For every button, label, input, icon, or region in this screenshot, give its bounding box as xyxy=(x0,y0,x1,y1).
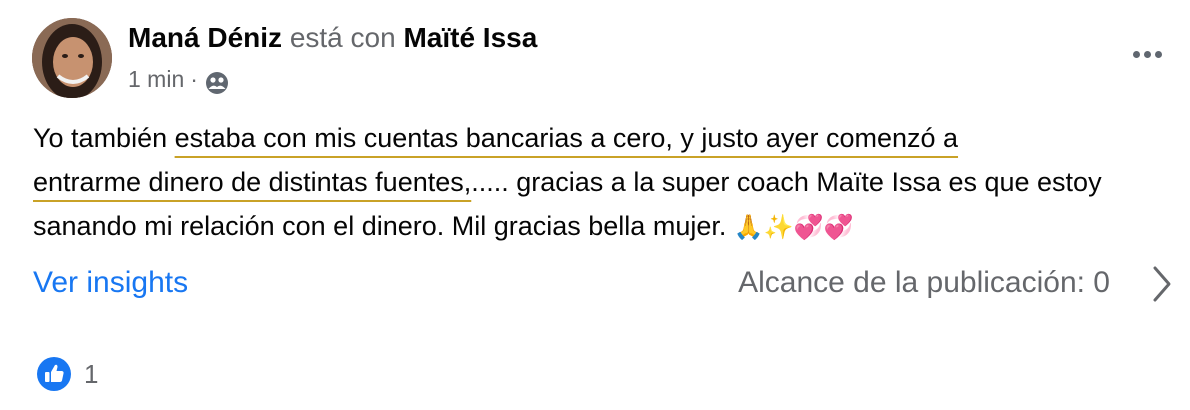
author-name[interactable]: Maná Déniz xyxy=(128,22,282,53)
chevron-right-icon[interactable] xyxy=(1148,264,1176,304)
avatar[interactable] xyxy=(32,18,112,98)
post-meta: 1 min · xyxy=(128,62,230,96)
post-time[interactable]: 1 min xyxy=(128,66,184,93)
dot-icon xyxy=(1132,50,1140,58)
like-icon xyxy=(37,357,71,391)
highlighted-text: estaba con mis cuentas bancarias a cero,… xyxy=(174,123,959,153)
friends-icon[interactable] xyxy=(204,70,230,96)
meta-separator: · xyxy=(190,65,198,92)
reaction-count: 1 xyxy=(84,358,99,389)
tagged-name[interactable]: Maïté Issa xyxy=(403,22,537,53)
post-reach-label[interactable]: Alcance de la publicación: 0 xyxy=(738,266,1110,300)
post-text-lead: Yo también xyxy=(33,123,175,153)
post-card: Maná Déniz está con Maïté Issa 1 min · Y… xyxy=(0,0,1190,410)
post-text: Yo también estaba con mis cuentas bancar… xyxy=(33,116,1173,249)
avatar-image xyxy=(32,18,112,98)
reactions-summary[interactable]: 1 xyxy=(36,356,98,392)
dot-icon xyxy=(1154,50,1162,58)
with-connector: está con xyxy=(289,22,396,53)
view-insights-link[interactable]: Ver insights xyxy=(33,266,188,300)
more-options-button[interactable] xyxy=(1124,36,1170,72)
emoji-group: 🙏✨💞💞 xyxy=(733,213,854,241)
highlighted-text: entrarme dinero de distintas fuentes, xyxy=(33,167,472,197)
post-header: Maná Déniz está con Maïté Issa xyxy=(128,22,537,54)
dot-icon xyxy=(1143,50,1151,58)
